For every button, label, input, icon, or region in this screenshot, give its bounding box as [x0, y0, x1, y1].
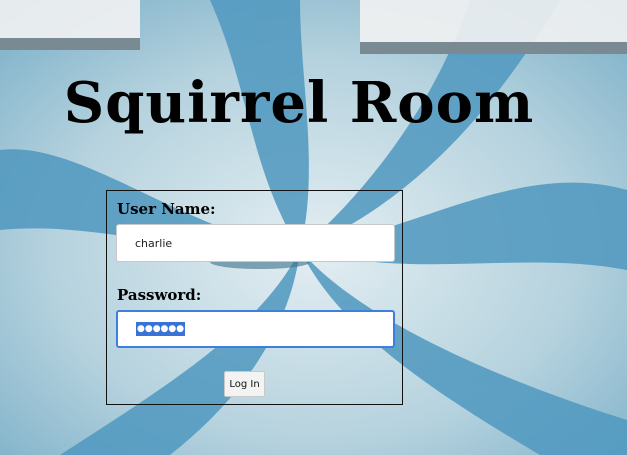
password-label: Password: — [117, 286, 202, 304]
password-mask: ●●●●●● — [136, 322, 186, 336]
login-form: User Name: Password: ●●●●●● Log In — [106, 190, 403, 405]
login-button[interactable]: Log In — [224, 371, 265, 397]
username-label: User Name: — [117, 200, 216, 218]
username-input[interactable] — [116, 224, 395, 262]
page-title: Squirrel Room — [63, 70, 535, 136]
password-input[interactable]: ●●●●●● — [116, 310, 395, 348]
